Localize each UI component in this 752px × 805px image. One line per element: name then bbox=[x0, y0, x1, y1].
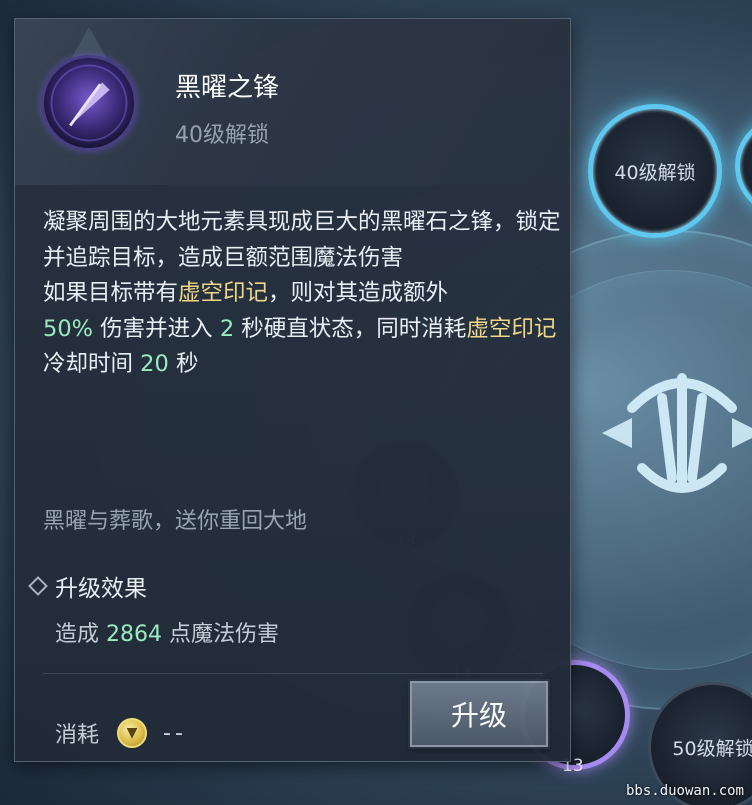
skill-description: 凝聚周围的大地元素具现成巨大的黑曜石之锋，锁定并追踪目标，造成巨额范围魔法伤害 … bbox=[43, 205, 563, 383]
gold-coin-icon: ▼ bbox=[117, 718, 148, 748]
upgrade-effect-header: 升级效果 bbox=[28, 569, 147, 603]
skill-node-50-label: 50级解锁 bbox=[672, 737, 752, 760]
description-void-mark: 如果目标带有虚空印记，则对其造成额外 50% 伤害并进入 2 秒硬直状态，同时消耗… bbox=[43, 276, 563, 347]
effect-post: 点魔法伤害 bbox=[162, 622, 279, 647]
obsidian-spear-skill-icon bbox=[41, 55, 137, 151]
description-main: 凝聚周围的大地元素具现成巨大的黑曜石之锋，锁定并追踪目标，造成巨额范围魔法伤害 bbox=[43, 209, 561, 271]
watermark: bbs.duowan.com bbox=[625, 783, 744, 799]
skill-node-40[interactable]: 40级解锁 bbox=[588, 104, 722, 238]
diamond-bullet-icon bbox=[28, 576, 48, 596]
cooldown-value: 20 bbox=[140, 351, 169, 377]
upgrade-effect-text: 造成 2864 点魔法伤害 bbox=[55, 616, 279, 648]
skill-node-right-top[interactable] bbox=[735, 116, 752, 216]
desc-text: ，则对其造成额外 bbox=[268, 280, 449, 306]
class-emblem-icon bbox=[602, 373, 752, 493]
desc-text: 伤害并进入 bbox=[93, 315, 220, 342]
skill-unlock-level: 40级解锁 bbox=[175, 123, 269, 148]
skill-node-40-label: 40级解锁 bbox=[614, 161, 696, 184]
void-mark-keyword: 虚空印记 bbox=[178, 280, 269, 306]
upgrade-cost: 消耗 ▼ -- bbox=[55, 717, 187, 749]
flavor-text: 黑曜与葬歌，送你重回大地 bbox=[43, 509, 308, 534]
cooldown-label: 冷却时间 bbox=[43, 351, 141, 377]
divider bbox=[43, 673, 543, 674]
cost-label: 消耗 bbox=[55, 723, 100, 748]
upgrade-effect-title: 升级效果 bbox=[55, 576, 147, 602]
skill-tooltip-panel: 黑曜之锋 40级解锁 凝聚周围的大地元素具现成巨大的黑曜石之锋，锁定并追踪目标，… bbox=[14, 18, 571, 762]
skill-name: 黑曜之锋 bbox=[175, 73, 280, 103]
spear-icon bbox=[50, 64, 128, 142]
effect-damage-value: 2864 bbox=[106, 622, 162, 647]
effect-pre: 造成 bbox=[55, 622, 106, 647]
bonus-damage-percent: 50% bbox=[43, 315, 94, 342]
cooldown-line: 冷却时间 20 秒 bbox=[43, 347, 563, 383]
void-mark-keyword: 虚空印记 bbox=[466, 315, 557, 342]
cost-value: -- bbox=[163, 720, 187, 746]
cooldown-unit: 秒 bbox=[168, 351, 199, 377]
desc-text: 秒硬直状态，同时消耗 bbox=[234, 315, 467, 342]
tooltip-header: 黑曜之锋 40级解锁 bbox=[15, 19, 570, 185]
stun-seconds: 2 bbox=[219, 315, 235, 342]
upgrade-button[interactable]: 升级 bbox=[410, 681, 548, 747]
desc-text: 如果目标带有 bbox=[43, 280, 179, 306]
